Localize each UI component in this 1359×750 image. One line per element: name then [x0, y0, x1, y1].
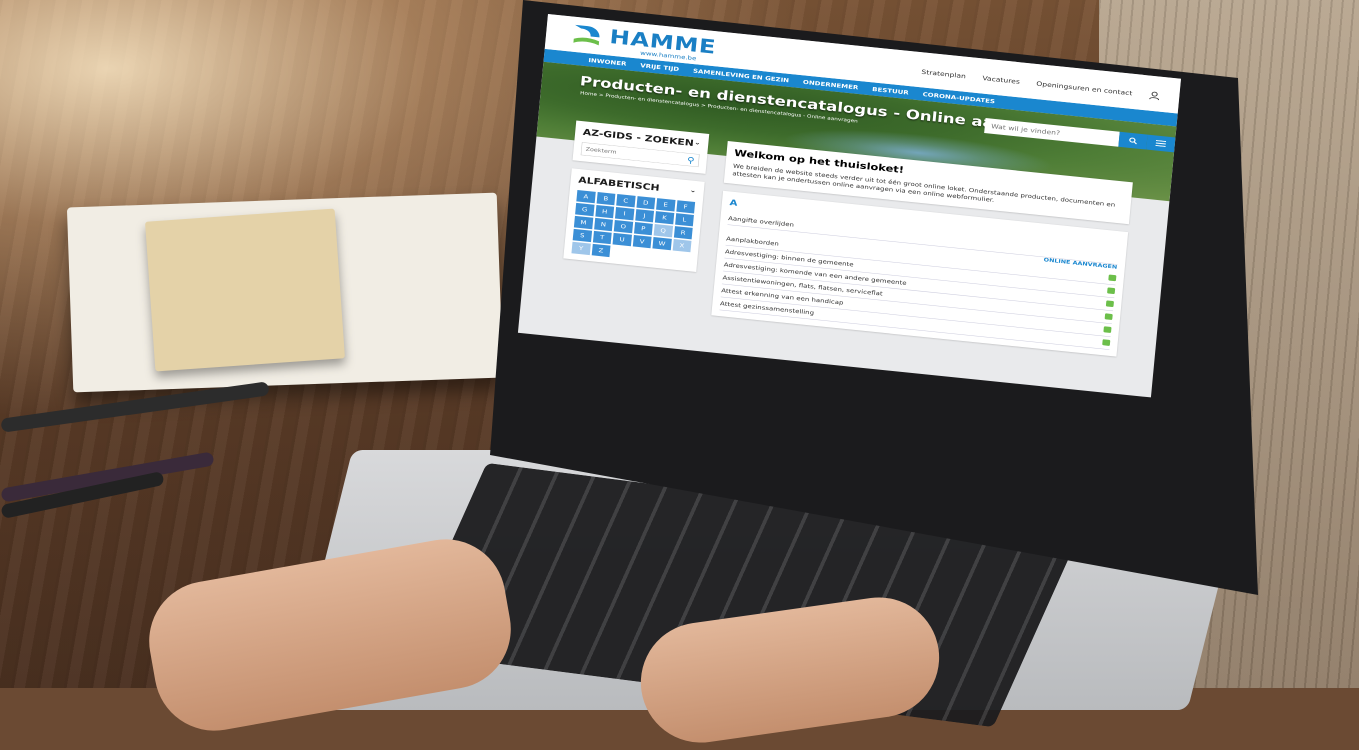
- top-link-stratenplan[interactable]: Stratenplan: [921, 68, 966, 80]
- menu-button[interactable]: [1146, 134, 1176, 153]
- alphabet-letter-g[interactable]: G: [575, 202, 595, 217]
- online-check-icon: [1104, 313, 1113, 320]
- chevron-down-icon[interactable]: ⌄: [694, 139, 701, 150]
- alphabet-letter-l[interactable]: L: [674, 213, 694, 227]
- search-icon[interactable]: ⚲: [683, 153, 699, 167]
- top-link-contact[interactable]: Openingsuren en contact: [1036, 80, 1133, 97]
- alphabet-letter-o[interactable]: O: [613, 219, 633, 234]
- alphabet-letter-v[interactable]: V: [632, 234, 652, 249]
- alphabet-box: ALFABETISCH ⌄ ABCDEFGHIJKLMNOPQRSTUVWXYZ: [563, 168, 705, 273]
- menu-icon: [1155, 140, 1167, 148]
- search-button[interactable]: [1118, 131, 1148, 150]
- chevron-down-icon[interactable]: ⌄: [689, 186, 697, 197]
- nav-vrije-tijd[interactable]: VRIJE TIJD: [640, 62, 679, 72]
- laptop-screen: HAMME www.hamme.be Stratenplan Vacatures…: [517, 14, 1181, 398]
- alphabet-letter-x[interactable]: X: [672, 239, 692, 253]
- alphabet-grid: ABCDEF GHIJKL MNOPQR STUVWX YZ: [571, 189, 696, 265]
- nav-inwoner[interactable]: INWONER: [588, 57, 627, 67]
- alphabet-letter-e[interactable]: E: [656, 198, 676, 212]
- site-search: [984, 118, 1176, 153]
- alphabet-letter-h[interactable]: H: [595, 204, 615, 219]
- alphabet-letter-q[interactable]: Q: [653, 224, 673, 238]
- online-check-icon: [1102, 339, 1111, 346]
- alphabet-letter-n[interactable]: N: [593, 217, 613, 232]
- alphabet-letter-r[interactable]: R: [673, 226, 693, 240]
- sidebar: AZ-GIDS - ZOEKEN⌄ ⚲ ALFABETISCH⌄ ABCDEFG…: [563, 120, 710, 280]
- alphabet-letter-m[interactable]: M: [573, 215, 594, 230]
- user-icon[interactable]: [1148, 91, 1160, 101]
- alphabet-letter-w[interactable]: W: [652, 236, 672, 251]
- top-link-vacatures[interactable]: Vacatures: [982, 75, 1020, 86]
- online-check-icon: [1108, 274, 1117, 282]
- alphabet-letter-f[interactable]: F: [676, 200, 696, 214]
- hamme-logo-icon: [573, 24, 600, 46]
- search-icon: [1129, 137, 1137, 145]
- notepad: [144, 208, 346, 372]
- alphabet-letter-b[interactable]: B: [596, 192, 616, 206]
- alphabet-letter-u[interactable]: U: [612, 232, 632, 247]
- alphabet-letter-k[interactable]: K: [654, 211, 674, 225]
- alphabet-letter-y[interactable]: Y: [571, 241, 591, 256]
- nav-bestuur[interactable]: BESTUUR: [872, 86, 909, 96]
- alphabet-letter-z[interactable]: Z: [591, 243, 611, 258]
- alphabet-letter-p[interactable]: P: [633, 221, 653, 236]
- alphabet-letter-a[interactable]: A: [576, 189, 596, 204]
- alphabet-letter-i[interactable]: I: [614, 206, 635, 221]
- online-check-icon: [1107, 287, 1116, 295]
- alphabet-letter-j[interactable]: J: [634, 209, 655, 223]
- alphabet-letter-d[interactable]: D: [636, 196, 656, 210]
- alphabet-letter-s[interactable]: S: [572, 228, 592, 243]
- alphabet-letter-t[interactable]: T: [592, 230, 612, 245]
- online-check-icon: [1105, 300, 1115, 307]
- alphabet-letter-c[interactable]: C: [616, 194, 636, 208]
- online-check-icon: [1103, 326, 1112, 333]
